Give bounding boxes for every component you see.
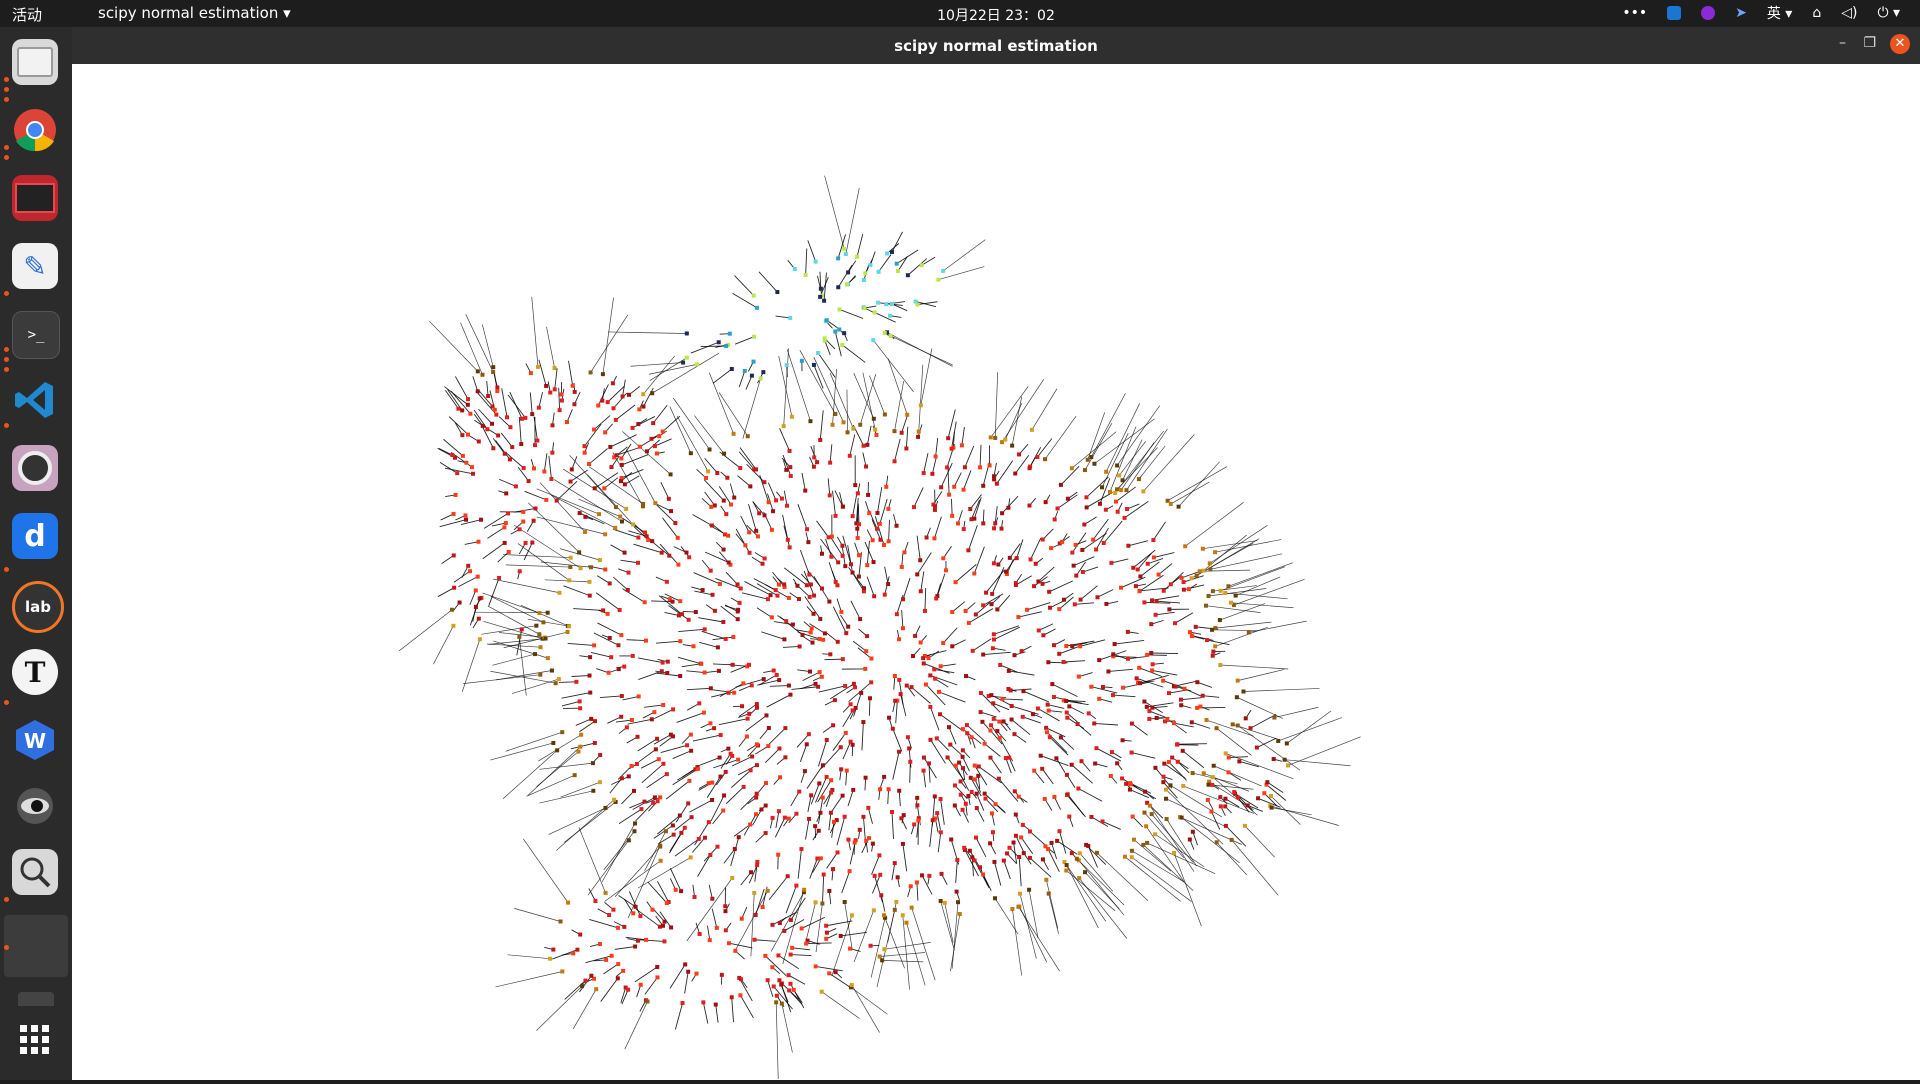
minimize-button[interactable]: – — [1839, 35, 1846, 51]
svg-text:W: W — [24, 729, 46, 753]
plot-canvas[interactable] — [72, 64, 1920, 1080]
app-indicator-icon[interactable] — [1667, 6, 1681, 20]
close-button[interactable]: ✕ — [1890, 34, 1910, 54]
dict-app-icon[interactable]: d — [12, 513, 58, 559]
app-slot-icon[interactable] — [18, 992, 54, 1006]
show-apps-icon[interactable] — [12, 1017, 58, 1063]
power-icon[interactable]: ⏻ ▾ — [1877, 5, 1900, 21]
window-titlebar[interactable]: scipy normal estimation – ❐ ✕ — [72, 27, 1920, 64]
browser-indicator-icon[interactable] — [1701, 6, 1715, 20]
input-method[interactable]: 英 ▾ — [1767, 3, 1792, 23]
jupyterlab-icon[interactable]: lab — [12, 581, 64, 633]
files-icon[interactable] — [12, 39, 58, 85]
input-method-label: 英 — [1767, 6, 1781, 22]
window-title: scipy normal estimation — [72, 37, 1920, 55]
typora-icon[interactable]: T — [12, 649, 58, 695]
system-tray: ••• ➤ 英 ▾ ⌂ ◁) ⏻ ▾ — [1622, 3, 1900, 23]
telegram-icon[interactable]: ➤ — [1735, 5, 1747, 21]
camera-icon[interactable] — [12, 445, 58, 491]
terminal-red-icon[interactable] — [12, 175, 58, 221]
volume-icon[interactable]: ◁) — [1841, 5, 1857, 21]
top-bar: 活动 scipy normal estimation ▾ 10月22日 23：0… — [0, 0, 1920, 27]
maximize-button[interactable]: ❐ — [1863, 35, 1876, 51]
eye-app-icon[interactable] — [12, 783, 58, 829]
network-icon[interactable]: ⌂ — [1812, 5, 1821, 21]
point-cloud-normals-plot — [72, 64, 1920, 1080]
vscode-icon[interactable] — [12, 377, 58, 423]
text-editor-icon[interactable]: ✎ — [12, 243, 58, 289]
terminal-icon[interactable]: >_ — [12, 311, 60, 359]
chrome-icon[interactable] — [12, 107, 58, 153]
more-icon[interactable]: ••• — [1622, 5, 1647, 21]
wps-icon[interactable]: W — [12, 717, 58, 763]
search-icon[interactable] — [12, 849, 58, 895]
active-window-icon[interactable] — [4, 915, 68, 977]
dock: ✎ >_ d lab T W — [0, 27, 72, 1080]
